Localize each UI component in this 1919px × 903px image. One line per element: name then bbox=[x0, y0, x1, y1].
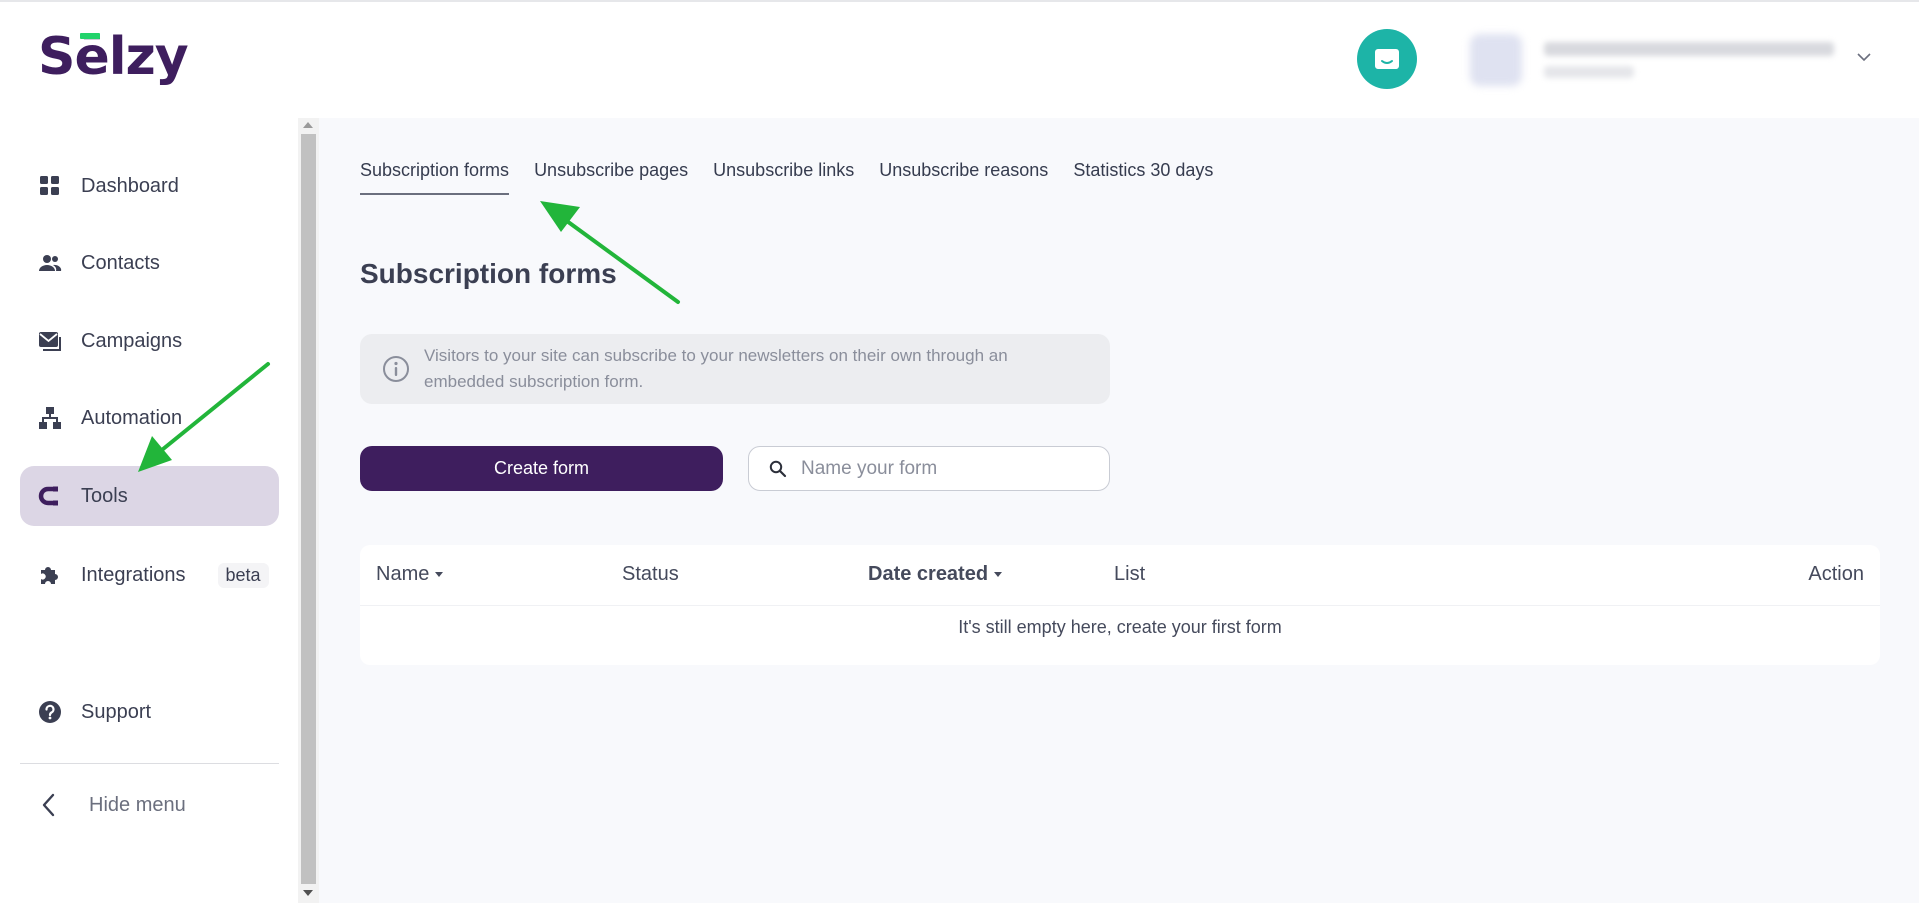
empty-state-message: It's still empty here, create your first… bbox=[958, 617, 1282, 637]
sidebar-item-label: Dashboard bbox=[81, 174, 179, 197]
column-header-name[interactable]: Name bbox=[376, 563, 444, 586]
sidebar-item-automation[interactable]: Automation bbox=[20, 388, 279, 448]
hide-menu-label: Hide menu bbox=[89, 793, 186, 816]
user-subtitle bbox=[1544, 66, 1634, 78]
column-header-date-created[interactable]: Date created bbox=[868, 563, 1003, 586]
sort-caret-icon bbox=[994, 572, 1003, 577]
chevron-left-icon bbox=[38, 793, 62, 817]
column-header-status: Status bbox=[622, 563, 679, 586]
search-input[interactable] bbox=[801, 457, 1101, 480]
table-header: Name Status Date created List Action bbox=[360, 545, 1880, 605]
automation-hierarchy-icon bbox=[38, 406, 62, 430]
create-form-button[interactable]: Create form bbox=[360, 446, 723, 491]
support-question-icon bbox=[38, 700, 62, 724]
column-header-label: Name bbox=[376, 563, 430, 585]
forms-table: Name Status Date created List Action It'… bbox=[360, 545, 1880, 665]
sidebar-scrollbar-thumb[interactable] bbox=[301, 134, 316, 884]
chat-bubble-icon bbox=[1375, 49, 1399, 69]
search-icon bbox=[769, 460, 787, 477]
column-header-label: Action bbox=[1808, 563, 1864, 585]
selzy-logo[interactable]: Sēlzy bbox=[38, 27, 189, 87]
sidebar-item-label: Campaigns bbox=[81, 329, 183, 352]
sidebar-item-label: Automation bbox=[81, 406, 183, 429]
chevron-down-icon[interactable] bbox=[1856, 49, 1872, 65]
logo-accent-bar bbox=[80, 33, 100, 39]
avatar bbox=[1470, 34, 1522, 86]
sidebar-item-contacts[interactable]: Contacts bbox=[20, 233, 279, 293]
sidebar-item-label: Tools bbox=[81, 484, 128, 507]
info-notice: Visitors to your site can subscribe to y… bbox=[360, 334, 1110, 404]
hide-menu-button[interactable]: Hide menu bbox=[20, 775, 279, 835]
user-account-menu[interactable] bbox=[1470, 28, 1840, 92]
info-text: Visitors to your site can subscribe to y… bbox=[424, 346, 1008, 391]
top-border bbox=[0, 0, 1919, 2]
user-email bbox=[1544, 42, 1834, 56]
tab-statistics-30-days[interactable]: Statistics 30 days bbox=[1073, 160, 1213, 195]
tab-bar: Subscription forms Unsubscribe pages Uns… bbox=[360, 160, 1238, 195]
table-divider bbox=[360, 605, 1880, 606]
sidebar: Dashboard Contacts Campaigns Automation … bbox=[0, 118, 298, 903]
sidebar-item-tools[interactable]: Tools bbox=[20, 466, 279, 526]
beta-badge: beta bbox=[217, 562, 269, 588]
tab-unsubscribe-reasons[interactable]: Unsubscribe reasons bbox=[879, 160, 1048, 195]
search-box[interactable] bbox=[748, 446, 1110, 491]
sidebar-item-integrations[interactable]: Integrations beta bbox=[20, 545, 279, 605]
tab-subscription-forms[interactable]: Subscription forms bbox=[360, 160, 510, 195]
column-header-action: Action bbox=[1808, 563, 1864, 586]
tools-magnet-icon bbox=[38, 484, 62, 508]
chat-button[interactable] bbox=[1357, 29, 1417, 89]
campaigns-envelope-icon bbox=[38, 329, 62, 353]
scroll-up-arrow-icon[interactable] bbox=[303, 122, 313, 128]
info-icon bbox=[383, 356, 409, 382]
tab-unsubscribe-pages[interactable]: Unsubscribe pages bbox=[534, 160, 688, 195]
sidebar-item-label: Integrations bbox=[81, 563, 186, 586]
sort-caret-icon bbox=[435, 572, 444, 577]
column-header-label: Date created bbox=[868, 563, 989, 585]
page-title: Subscription forms bbox=[360, 258, 617, 289]
sidebar-item-campaigns[interactable]: Campaigns bbox=[20, 311, 279, 371]
tab-unsubscribe-links[interactable]: Unsubscribe links bbox=[713, 160, 854, 195]
sidebar-divider bbox=[20, 763, 279, 764]
main-content: Subscription forms Unsubscribe pages Uns… bbox=[319, 118, 1919, 903]
dashboard-grid-icon bbox=[38, 174, 62, 198]
column-header-label: List bbox=[1114, 563, 1146, 585]
integrations-puzzle-icon bbox=[38, 563, 62, 587]
sidebar-item-label: Support bbox=[81, 700, 152, 723]
contacts-people-icon bbox=[38, 251, 62, 275]
scroll-down-arrow-icon[interactable] bbox=[303, 890, 313, 896]
sidebar-item-support[interactable]: Support bbox=[20, 682, 279, 742]
column-header-label: Status bbox=[622, 563, 679, 585]
column-header-list: List bbox=[1114, 563, 1145, 586]
logo-text: Sēlzy bbox=[38, 27, 189, 87]
sidebar-item-label: Contacts bbox=[81, 251, 160, 274]
sidebar-item-dashboard[interactable]: Dashboard bbox=[20, 156, 279, 216]
